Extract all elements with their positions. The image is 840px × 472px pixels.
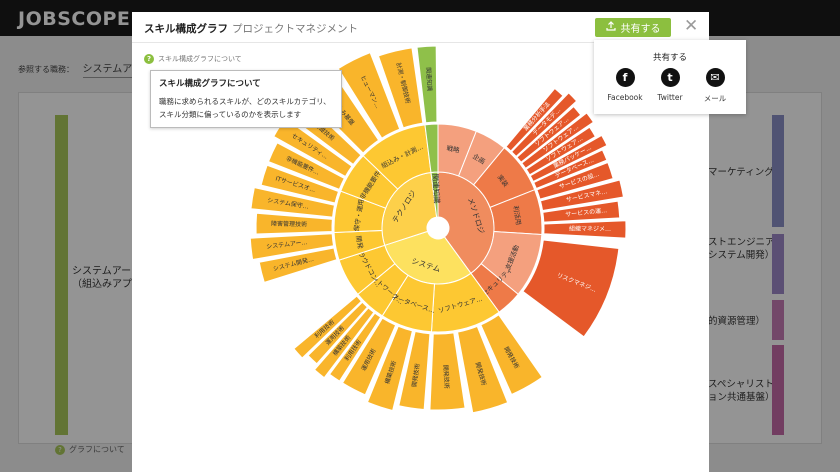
tooltip-title: スキル構成グラフについて [159,79,261,89]
mail-icon: ✉ [705,68,725,87]
sunburst-label: 関連知識 [431,173,443,204]
share-popup-title: 共有する [652,53,687,63]
sunburst-label: 障害管理技術 [271,219,307,228]
facebook-icon: f [615,68,635,87]
share-mail[interactable]: ✉ メール [692,68,738,104]
sunburst-label: 関連知識 [424,67,433,91]
tooltip-body: 職務に求められるスキルが、どのスキルカテゴリ、 スキル分類に偏っているのかを表示… [159,97,331,119]
sunburst-label: 組織マネジメ… [569,225,611,233]
sunburst-center [427,217,449,239]
share-facebook[interactable]: f Facebook [602,68,648,102]
sunburst-label: 開発技術 [442,365,451,389]
share-twitter[interactable]: t Twitter [647,68,693,102]
twitter-icon: t [660,68,680,87]
share-mail-label: メール [703,94,727,103]
share-facebook-label: Facebook [607,93,643,102]
share-popup: 共有する f Facebook t Twitter ✉ メール [594,40,746,114]
help-tooltip: スキル構成グラフについて 職務に求められるスキルが、どのスキルカテゴリ、 スキル… [150,70,342,128]
share-twitter-label: Twitter [657,93,683,102]
